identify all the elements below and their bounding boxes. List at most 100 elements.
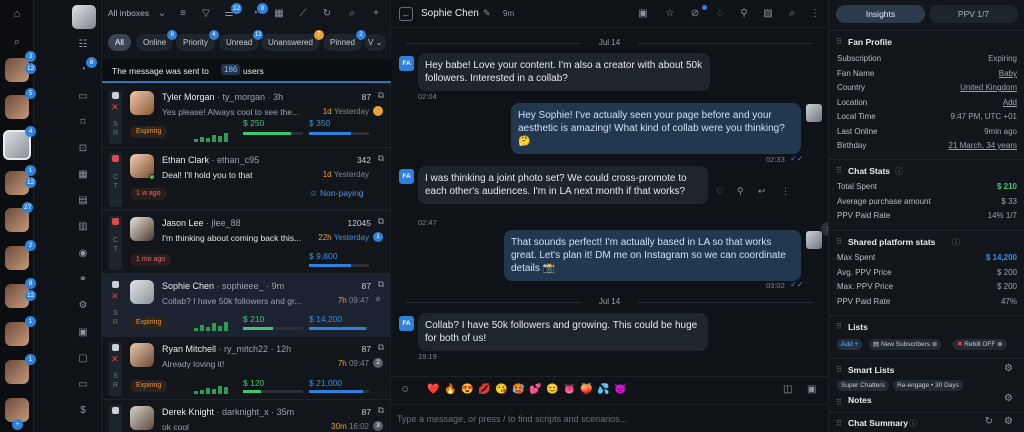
copy-icon[interactable]: ⧉	[378, 279, 384, 290]
platform-bar	[309, 132, 369, 135]
account-avatar[interactable]	[5, 246, 29, 270]
refresh-icon[interactable]: ↻	[985, 416, 993, 427]
search-icon[interactable]: ⌕	[785, 7, 799, 21]
link-icon[interactable]: ⚭	[76, 273, 90, 287]
info-icon[interactable]: ⓘ	[952, 237, 960, 248]
back-icon[interactable]: ←	[399, 7, 413, 21]
copy-icon[interactable]: ⧉	[378, 153, 384, 164]
list-tag[interactable]: ✖ Rebill OFF ⊗	[953, 339, 1007, 350]
emoji-button[interactable]: 😈	[614, 384, 626, 395]
emoji-button[interactable]: 🔥	[444, 384, 456, 395]
add-list-button[interactable]: Add +	[837, 339, 863, 350]
add-account-icon[interactable]: +	[12, 419, 23, 430]
smart-list-tag[interactable]: Super Chatters	[837, 380, 889, 391]
filter-icon[interactable]: ▽	[199, 7, 213, 21]
conversation-row[interactable]: Derek Knight · darknight_x · 35m 87 ⧉ ok…	[102, 400, 391, 432]
plus-icon[interactable]: +	[369, 7, 383, 21]
conversation-row[interactable]: ✕ S R Ryan Mitchell · ry_mitch22 · 12h 87…	[102, 337, 391, 400]
notes-icon[interactable]: ▣	[76, 326, 90, 340]
calendar-icon[interactable]: ▦	[272, 7, 286, 21]
eye-off-icon[interactable]: ◌	[713, 7, 727, 21]
emoji-button[interactable]: 🍑	[580, 384, 592, 395]
emoji-button[interactable]: ❤️	[427, 384, 439, 395]
more-icon[interactable]: ⋮	[808, 7, 822, 21]
conversation-row[interactable]: C T Ethan Clark · ethan_c95 342 ⧉ Deal! …	[102, 148, 391, 211]
calendar-icon[interactable]: ▦	[76, 168, 90, 182]
account-avatar[interactable]	[5, 360, 29, 384]
settings-icon[interactable]: ⚙	[1004, 416, 1013, 427]
star-icon[interactable]: ☆	[663, 7, 677, 21]
copy-icon[interactable]: ⧉	[378, 90, 384, 101]
conversation-row[interactable]: C T Jason Lee · jlee_88 12045 ⧉ I'm thin…	[102, 211, 391, 274]
chip-online[interactable]: Online 8	[136, 30, 178, 51]
mute-icon[interactable]: ⊘	[688, 7, 702, 21]
settings-icon[interactable]: ⚙	[76, 299, 90, 313]
chart-icon[interactable]: ▥	[76, 220, 90, 234]
account-avatar[interactable]	[5, 322, 29, 346]
smart-list-tag[interactable]: Re-engage • 30 Days	[893, 380, 963, 391]
user-circle-icon[interactable]: ◉	[76, 247, 90, 261]
people-icon[interactable]: ☷	[76, 38, 90, 52]
fan-name-link[interactable]: Baby	[999, 69, 1017, 78]
chip-unanswered[interactable]: Unanswered 7	[261, 30, 324, 51]
account-avatar[interactable]	[5, 95, 29, 119]
emoji-button[interactable]: 😘	[495, 384, 507, 395]
message-input[interactable]	[397, 411, 817, 427]
copy-icon[interactable]: ⧉	[378, 342, 384, 353]
chip-all[interactable]: All	[108, 34, 131, 51]
emoji-picker-icon[interactable]: ☺	[400, 384, 410, 395]
sort-icon[interactable]: ≡	[176, 7, 190, 21]
emoji-button[interactable]: 💋	[478, 384, 490, 395]
emoji-button[interactable]: 🥵	[512, 384, 524, 395]
reply-icon[interactable]: ↩	[758, 186, 766, 197]
info-icon[interactable]: ⓘ	[895, 166, 903, 177]
chip-unread[interactable]: Unread 12	[219, 30, 264, 51]
emoji-button[interactable]: 👅	[563, 384, 575, 395]
copy-icon[interactable]: ⧉	[378, 405, 384, 416]
dollar-icon[interactable]: $	[76, 404, 90, 418]
bookmark-icon[interactable]: ⌑	[76, 116, 90, 130]
emoji-button[interactable]: 😊	[546, 384, 558, 395]
add-location-link[interactable]: Add	[1003, 98, 1017, 107]
settings-icon[interactable]: ⚙	[1004, 363, 1013, 374]
birthday-link[interactable]: 21 March, 34 years	[949, 141, 1017, 150]
chat-icon[interactable]: ▭	[76, 90, 90, 104]
document-icon[interactable]: ▤	[76, 194, 90, 208]
creator-avatar[interactable]	[72, 5, 96, 29]
inbox-icon[interactable]: ⊡	[76, 142, 90, 156]
chip-more[interactable]: V ⌄	[364, 34, 387, 51]
search-icon[interactable]: ⌕	[9, 34, 25, 50]
chip-pinned[interactable]: Pinned 2	[323, 30, 366, 51]
more-icon[interactable]: ⋮	[781, 186, 790, 197]
pin-icon[interactable]: ⚲	[737, 7, 751, 21]
edit-icon[interactable]: ✎	[483, 8, 491, 19]
tab-insights[interactable]: Insights	[836, 5, 925, 23]
inbox-selector[interactable]: All inboxes	[108, 8, 149, 18]
ai-icon[interactable]: ◫	[783, 384, 792, 395]
card-icon[interactable]: ▭	[76, 378, 90, 392]
country-link[interactable]: United Kingdom	[960, 83, 1017, 92]
vault-icon[interactable]: ▣	[636, 7, 650, 21]
conversation-row[interactable]: ✕ S R Tyler Morgan · ty_morgan · 3h 87 ⧉ …	[102, 85, 391, 148]
copy-icon[interactable]: ⧉	[378, 216, 384, 227]
wallet-icon[interactable]: ▢	[76, 352, 90, 366]
conversation-row-selected[interactable]: ✕ S R Sophie Chen · sophieee_ · 9m 87 ⧉ C…	[102, 274, 391, 337]
chart-icon[interactable]: ⟋	[296, 7, 310, 21]
tab-ppv[interactable]: PPV 1/7	[929, 5, 1018, 23]
chip-priority[interactable]: Priority 4	[176, 30, 219, 51]
chevron-down-icon[interactable]: ⌄	[155, 7, 169, 21]
gallery-icon[interactable]: ▨	[761, 7, 775, 21]
info-icon[interactable]: ⓘ	[909, 418, 917, 429]
emoji-button[interactable]: 😍	[461, 384, 473, 395]
list-tag[interactable]: ▤ New Subscribers ⊗	[869, 339, 942, 350]
emoji-button[interactable]: 💦	[597, 384, 609, 395]
refresh-icon[interactable]: ↻	[320, 7, 334, 21]
home-icon[interactable]: ⌂	[9, 6, 25, 22]
heart-icon[interactable]: ♡	[716, 186, 724, 197]
emoji-button[interactable]: 💕	[529, 384, 541, 395]
mute-icon[interactable]: ⊘	[373, 295, 383, 305]
settings-icon[interactable]: ⚙	[1004, 393, 1013, 404]
attach-icon[interactable]: ▣	[807, 384, 816, 395]
search-icon[interactable]: ⌕	[345, 7, 359, 21]
pin-icon[interactable]: ⚲	[737, 186, 744, 197]
